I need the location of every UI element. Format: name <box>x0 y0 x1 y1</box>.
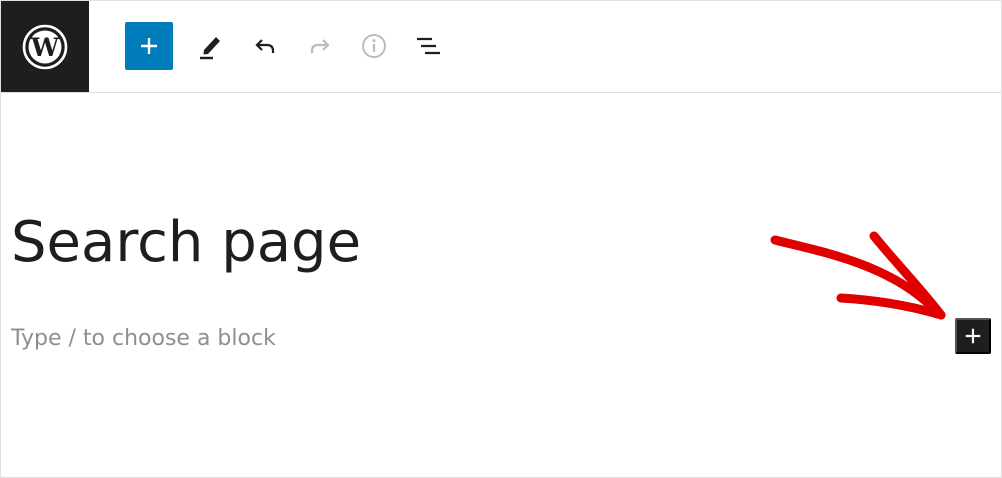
list-view-button[interactable] <box>404 22 452 70</box>
editor-frame: W Search page Type / to choose a block <box>0 0 1002 478</box>
red-arrow-annotation <box>770 231 946 320</box>
redo-button[interactable] <box>296 22 344 70</box>
plus-icon <box>965 328 981 344</box>
add-block-button[interactable] <box>955 318 991 354</box>
info-icon <box>362 34 386 58</box>
details-button[interactable] <box>350 22 398 70</box>
wordpress-logo-icon: W <box>22 24 68 69</box>
wordpress-logo-button[interactable]: W <box>1 1 89 92</box>
pencil-icon <box>200 37 220 60</box>
block-placeholder[interactable]: Type / to choose a block <box>11 323 276 355</box>
undo-button[interactable] <box>241 22 289 70</box>
block-inserter-toggle[interactable] <box>125 22 173 70</box>
post-title[interactable]: Search page <box>11 205 361 281</box>
list-view-icon <box>417 37 440 55</box>
undo-icon <box>255 39 275 53</box>
svg-text:W: W <box>30 33 60 62</box>
plus-icon <box>141 38 157 54</box>
tools-button[interactable] <box>187 22 235 70</box>
editor-header: W <box>1 1 1001 93</box>
redo-icon <box>310 39 330 53</box>
